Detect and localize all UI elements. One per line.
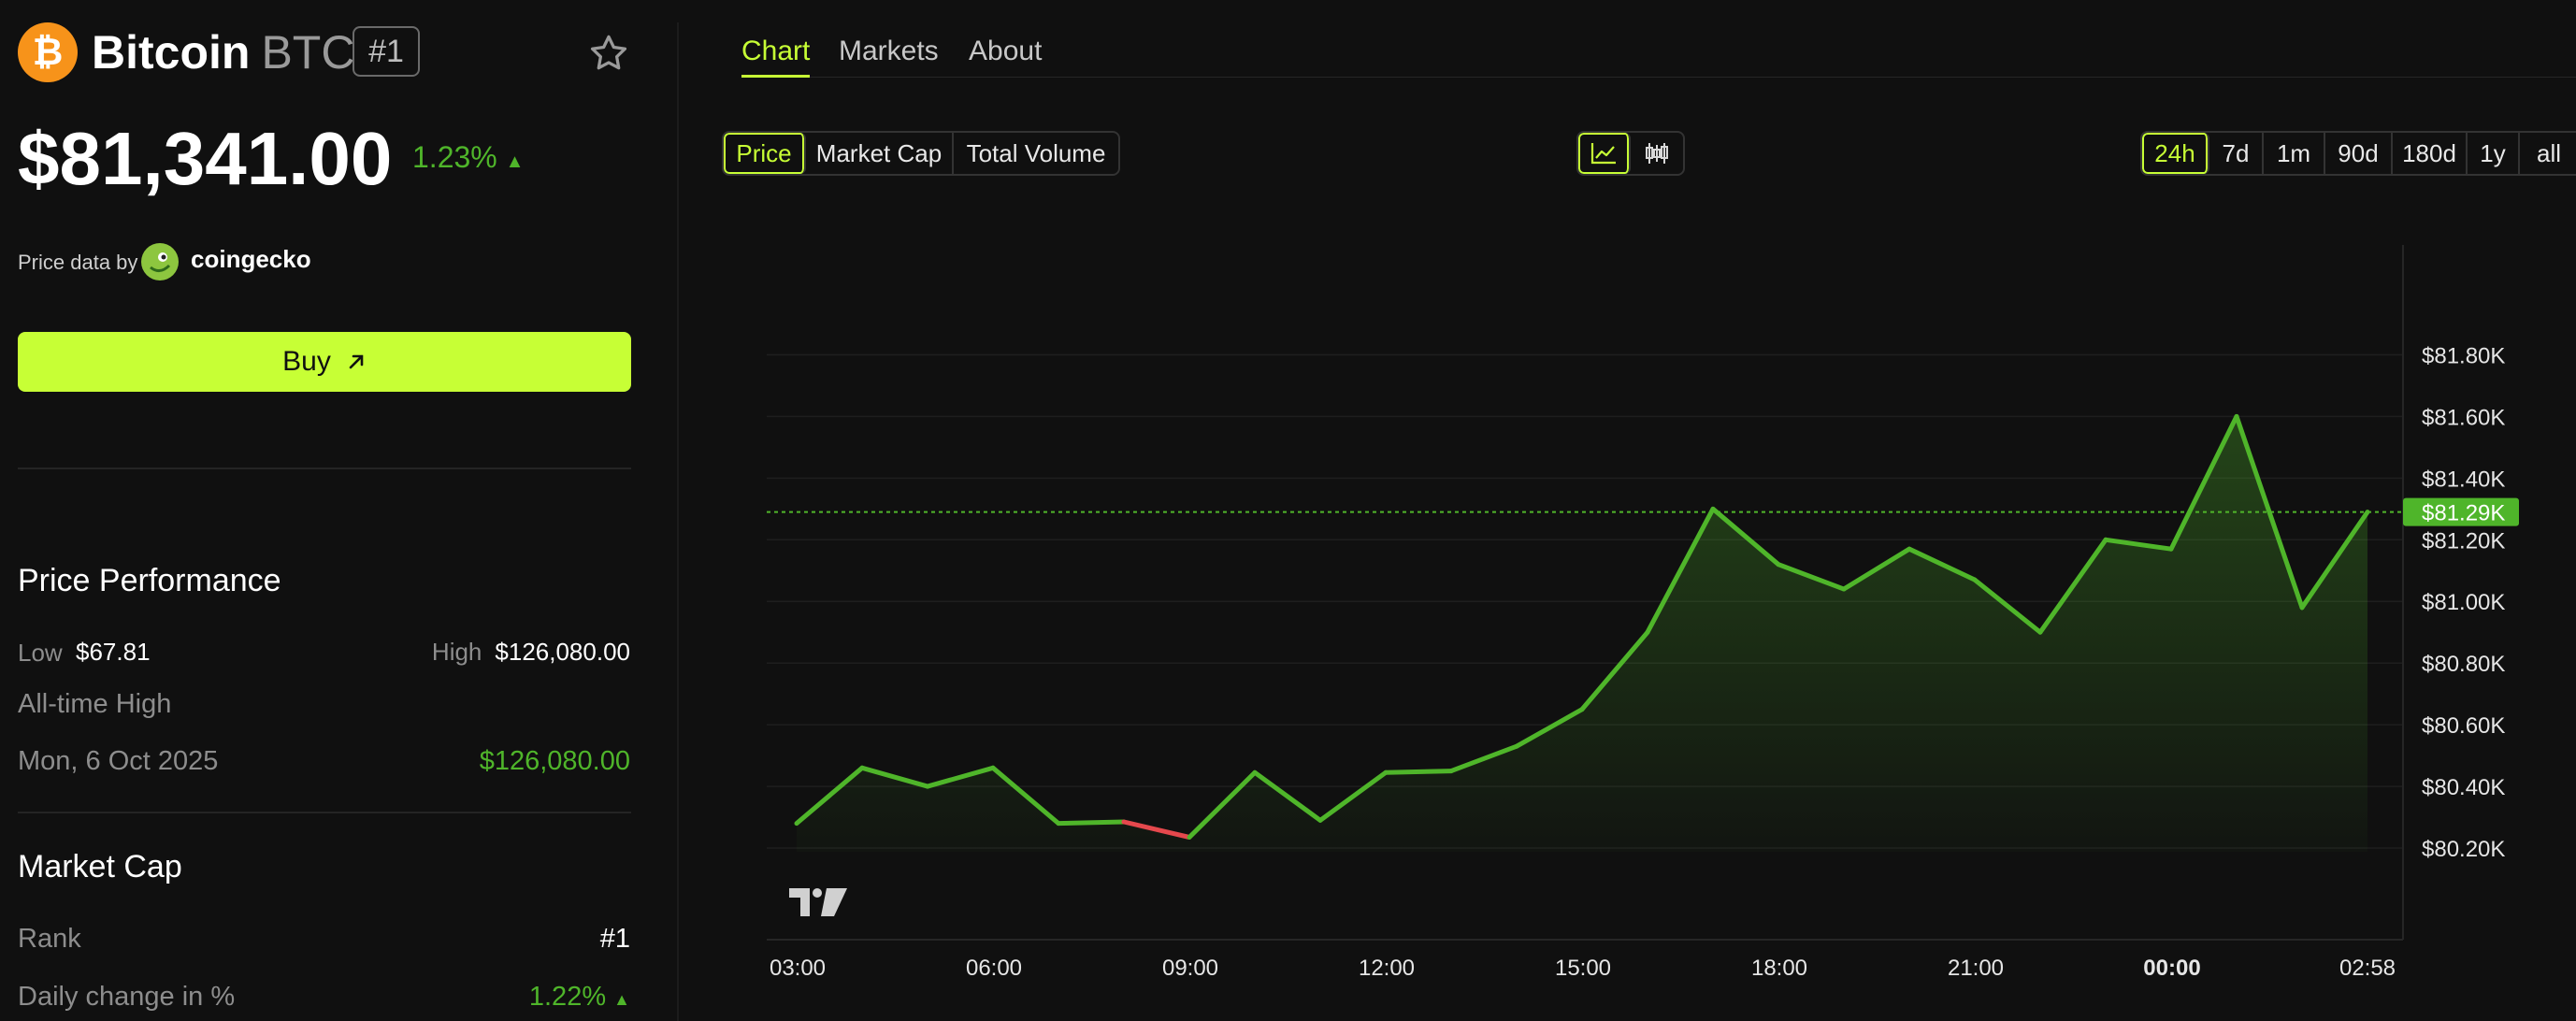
price-point — [2103, 537, 2108, 542]
price-point — [1907, 546, 1912, 552]
y-tick-label: $80.60K — [2422, 713, 2505, 739]
price-point — [2234, 413, 2239, 419]
x-tick-label: 06:00 — [966, 956, 1022, 981]
y-tick-label: $81.40K — [2422, 467, 2505, 492]
price-point — [1252, 769, 1258, 775]
x-tick-label: 03:00 — [770, 956, 826, 981]
x-tick-label: 09:00 — [1162, 956, 1218, 981]
price-point — [1317, 817, 1323, 823]
y-tick-label: $80.80K — [2422, 652, 2505, 677]
x-tick-label: 12:00 — [1359, 956, 1415, 981]
x-tick-label: 02:58 — [2339, 956, 2396, 981]
price-line-segment — [1383, 769, 1454, 775]
price-point — [794, 821, 799, 827]
price-point — [990, 765, 996, 770]
y-tick-label: $81.80K — [2422, 343, 2505, 368]
y-tick-label: $81.60K — [2422, 405, 2505, 430]
x-tick-label: 00:00 — [2143, 956, 2200, 981]
price-point — [859, 765, 865, 770]
tradingview-logo-icon — [789, 888, 847, 916]
price-line-segment — [1056, 819, 1127, 827]
y-tick-label: $81.20K — [2422, 528, 2505, 554]
price-point — [2037, 629, 2043, 635]
price-chart[interactable]: $81.80K $81.60K $81.40K $81.20K $81.00K $80.8… — [0, 0, 2576, 1021]
price-point — [1645, 629, 1650, 635]
x-tick-label: 18:00 — [1751, 956, 1807, 981]
price-point — [2168, 546, 2174, 552]
y-tick-label: $80.40K — [2422, 775, 2505, 800]
price-point — [1972, 577, 1978, 582]
current-price-label: $81.29K — [2422, 501, 2505, 526]
price-point — [1187, 834, 1192, 840]
x-tick-label: 15:00 — [1555, 956, 1611, 981]
price-point — [1056, 821, 1061, 827]
price-point — [1710, 506, 1716, 511]
price-point — [1776, 562, 1781, 568]
price-point — [1579, 707, 1585, 712]
price-point — [1514, 743, 1519, 749]
price-point — [1383, 769, 1389, 775]
y-tick-label: $80.20K — [2422, 837, 2505, 862]
price-point — [925, 784, 930, 789]
price-point — [2299, 605, 2305, 611]
x-tick-label: 21:00 — [1948, 956, 2004, 981]
price-point — [1841, 586, 1847, 592]
y-tick-label: $81.00K — [2422, 590, 2505, 615]
price-point — [1448, 769, 1454, 774]
price-point — [1121, 819, 1127, 825]
